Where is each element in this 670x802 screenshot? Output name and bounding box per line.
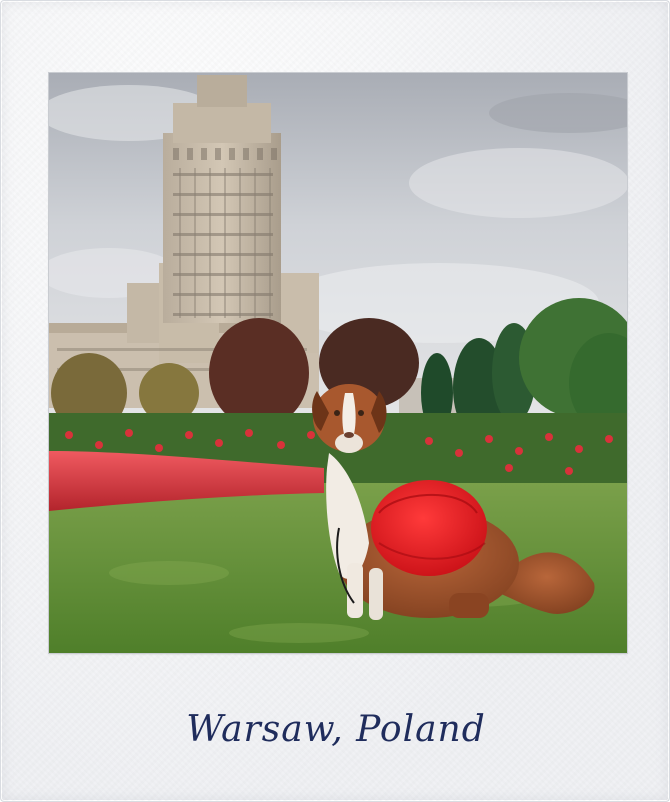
- polaroid-frame: Warsaw, Poland: [0, 0, 670, 802]
- photo-caption: Warsaw, Poland: [186, 709, 486, 750]
- photo: [49, 73, 627, 653]
- red-backpack: [371, 480, 487, 576]
